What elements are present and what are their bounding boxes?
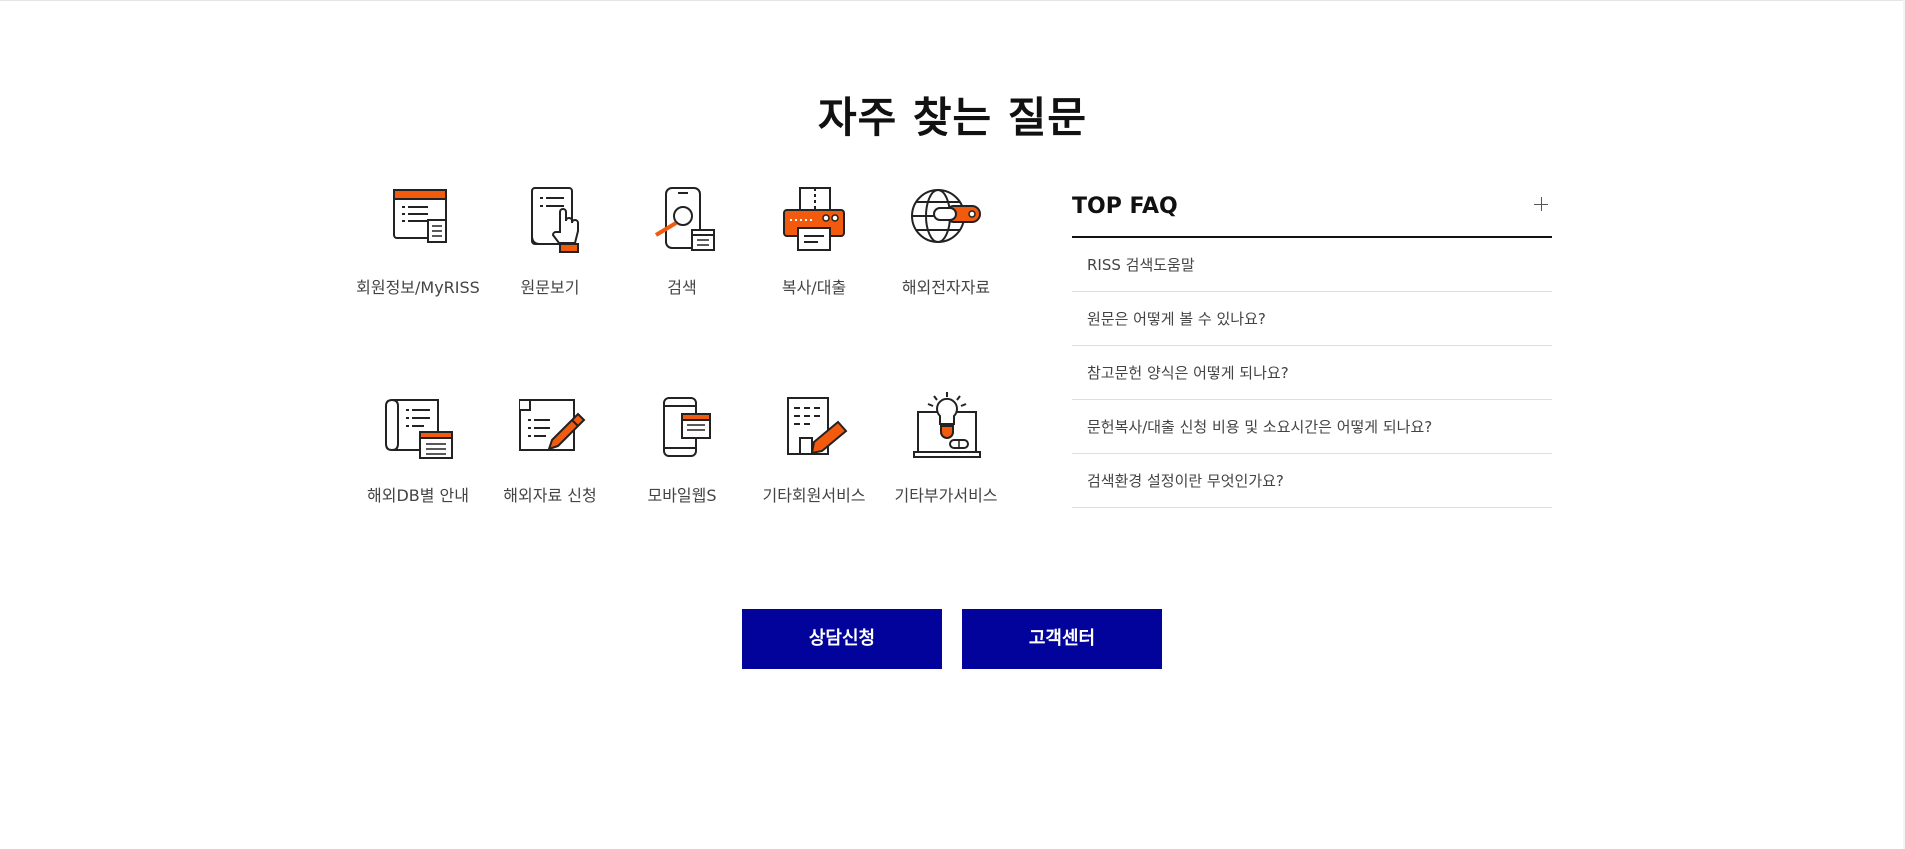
menu-item-other-member-services[interactable]: 기타회원서비스	[748, 388, 880, 518]
faq-title: TOP FAQ	[1072, 194, 1178, 219]
menu-item-label: 기타부가서비스	[894, 486, 998, 505]
menu-item-mobile-web[interactable]: 모바일웹S	[616, 388, 748, 518]
menu-item-label: 모바일웹S	[647, 486, 717, 505]
consult-request-button[interactable]: 상담신청	[742, 609, 942, 669]
menu-item-member-info[interactable]: 회원정보/MyRISS	[352, 180, 484, 310]
menu-item-view-original[interactable]: 원문보기	[484, 180, 616, 310]
top-faq-panel: TOP FAQ RISS 검색도움말 원문은 어떻게 볼 수 있나요? 참고문헌…	[1072, 186, 1552, 508]
menu-item-overseas-e-resources[interactable]: 해외전자자료	[880, 180, 1012, 310]
menu-item-label: 복사/대출	[781, 278, 847, 297]
faq-item[interactable]: 문헌복사/대출 신청 비용 및 소요시간은 어떻게 되나요?	[1072, 400, 1552, 454]
building-pencil-icon	[787, 397, 848, 455]
globe-icon	[911, 189, 981, 243]
faq-item[interactable]: 검색환경 설정이란 무엇인가요?	[1072, 454, 1552, 508]
page-title: 자주 찾는 질문	[817, 93, 1088, 142]
menu-item-search[interactable]: 검색	[616, 180, 748, 310]
menu-item-overseas-db-guide[interactable]: 해외DB별 안내	[352, 388, 484, 518]
menu-item-label: 해외전자자료	[901, 278, 991, 297]
menu-item-label: 해외자료 신청	[503, 486, 597, 505]
menu-item-label: 기타회원서비스	[762, 486, 866, 505]
menu-item-copy-loan[interactable]: 복사/대출	[748, 180, 880, 310]
top-divider	[0, 0, 1905, 1]
form-pen-icon	[519, 399, 586, 451]
menu-item-label: 해외DB별 안내	[367, 486, 469, 505]
menu-item-label: 검색	[667, 278, 697, 297]
menu-item-overseas-request[interactable]: 해외자료 신청	[484, 388, 616, 518]
plus-icon[interactable]	[1530, 194, 1552, 216]
customer-center-button[interactable]: 고객센터	[962, 609, 1162, 669]
lightbulb-board-icon	[913, 392, 981, 458]
faq-item[interactable]: 원문은 어떻게 볼 수 있나요?	[1072, 292, 1552, 346]
faq-header: TOP FAQ	[1072, 186, 1552, 238]
faq-category-menu: 회원정보/MyRISS 원문보기 검색 복사/대출 해외전자자료 해외DB별 안…	[352, 180, 1002, 520]
member-info-icon	[393, 189, 447, 243]
menu-item-label: 원문보기	[520, 278, 580, 297]
faq-item[interactable]: 참고문헌 양식은 어떻게 되나요?	[1072, 346, 1552, 400]
faq-list: RISS 검색도움말 원문은 어떻게 볼 수 있나요? 참고문헌 양식은 어떻게…	[1072, 238, 1552, 508]
menu-item-other-extra-services[interactable]: 기타부가서비스	[880, 388, 1012, 518]
mobile-web-icon	[663, 397, 711, 457]
book-pointer-icon	[531, 187, 579, 253]
mobile-search-icon	[654, 187, 715, 251]
printer-icon	[783, 187, 845, 251]
faq-item[interactable]: RISS 검색도움말	[1072, 238, 1552, 292]
menu-item-label: 회원정보/MyRISS	[356, 278, 480, 297]
scroll-document-icon	[385, 399, 453, 459]
